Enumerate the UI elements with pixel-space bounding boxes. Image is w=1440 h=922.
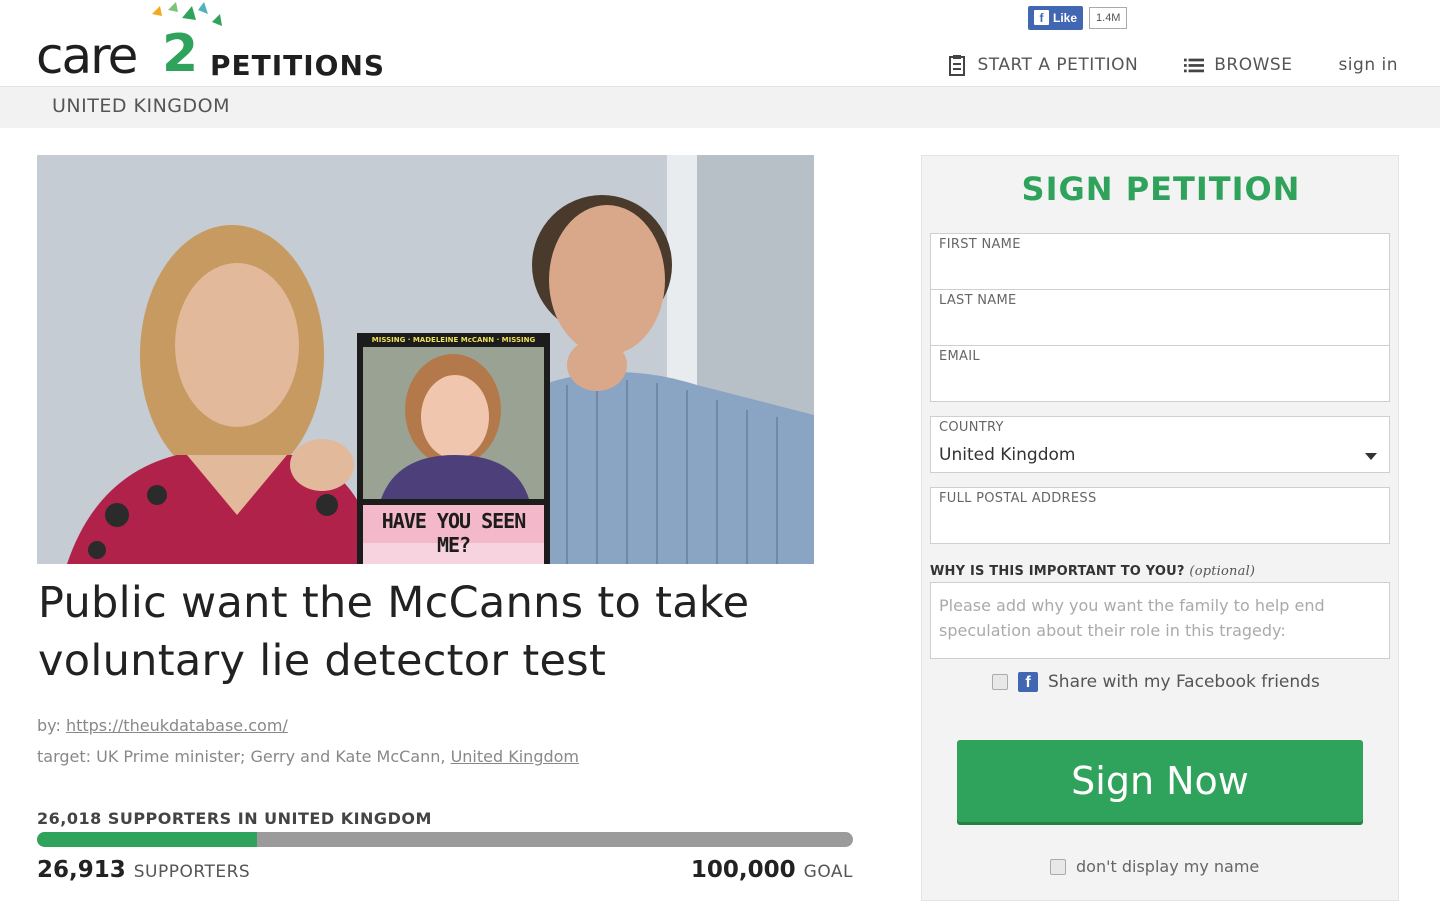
petition-photo: MISSING · MADELEINE McCANN · MISSING HAV… — [37, 155, 814, 564]
supporters-count: 26,913 — [37, 857, 126, 883]
region-bar: UNITED KINGDOM — [0, 86, 1440, 128]
country-value: United Kingdom — [939, 445, 1076, 465]
petition-target: target: UK Prime minister; Gerry and Kat… — [37, 747, 579, 766]
postal-address-label: FULL POSTAL ADDRESS — [939, 491, 1097, 506]
country-label: COUNTRY — [939, 420, 1004, 435]
email-field[interactable]: EMAIL — [930, 345, 1390, 402]
first-name-label: FIRST NAME — [939, 237, 1021, 252]
sign-now-button[interactable]: Sign Now — [957, 740, 1363, 822]
browse-label: BROWSE — [1214, 55, 1293, 75]
author-link[interactable]: https://theukdatabase.com/ — [66, 716, 288, 735]
poster-banner-text: MISSING · MADELEINE McCANN · MISSING — [371, 336, 536, 344]
why-optional-text: (optional) — [1189, 564, 1256, 579]
facebook-like-label: Like — [1053, 10, 1078, 25]
author-label: by: — [37, 716, 61, 735]
email-input[interactable] — [939, 368, 1369, 396]
why-important-label: WHY IS THIS IMPORTANT TO YOU? (optional) — [930, 564, 1255, 579]
sign-petition-heading: SIGN PETITION — [1021, 170, 1301, 208]
logo-petitions-text: PETITIONS — [210, 49, 386, 82]
browse-link[interactable]: BROWSE — [1184, 54, 1292, 76]
chevron-down-icon — [1365, 453, 1377, 460]
region-label: UNITED KINGDOM — [52, 95, 230, 117]
start-petition-label: START A PETITION — [977, 55, 1139, 75]
first-name-input[interactable] — [939, 256, 1369, 284]
top-navigation: START A PETITION BROWSE sign in — [947, 54, 1398, 76]
first-name-field[interactable]: FIRST NAME — [930, 233, 1390, 290]
target-text: UK Prime minister; Gerry and Kate McCann… — [96, 747, 446, 766]
logo-2-text: 2 — [162, 24, 199, 84]
postal-address-field[interactable]: FULL POSTAL ADDRESS — [930, 487, 1390, 544]
hide-name-option: don't display my name — [1050, 857, 1259, 876]
goal-total: 100,000 GOAL — [691, 857, 853, 883]
petition-author: by: https://theukdatabase.com/ — [37, 716, 288, 735]
facebook-like-button[interactable]: f Like — [1028, 5, 1084, 30]
postal-address-input[interactable] — [939, 510, 1369, 538]
target-country-link[interactable]: United Kingdom — [451, 747, 579, 766]
start-petition-link[interactable]: START A PETITION — [947, 54, 1138, 76]
why-important-placeholder: Please add why you want the family to he… — [939, 596, 1325, 640]
logo-care-text: care — [36, 27, 138, 85]
signature-progress-bar — [37, 832, 853, 847]
facebook-like-count: 1.4M — [1089, 6, 1128, 29]
goal-label: GOAL — [803, 862, 853, 882]
country-select[interactable]: COUNTRY United Kingdom — [930, 416, 1390, 473]
facebook-like-widget: f Like 1.4M — [1028, 5, 1128, 30]
petition-title: Public want the McCanns to take voluntar… — [38, 578, 750, 686]
hide-name-checkbox[interactable] — [1050, 858, 1066, 875]
sign-in-link[interactable]: sign in — [1338, 55, 1398, 75]
regional-supporters: 26,018 SUPPORTERS IN UNITED KINGDOM — [37, 809, 432, 828]
supporters-label: SUPPORTERS — [133, 862, 251, 882]
hide-name-label: don't display my name — [1076, 857, 1260, 876]
why-important-text: WHY IS THIS IMPORTANT TO YOU? — [930, 564, 1185, 579]
goal-count: 100,000 — [690, 857, 796, 883]
target-label: target: — [37, 747, 92, 766]
sign-in-label: sign in — [1338, 55, 1398, 75]
progress-fill — [37, 832, 257, 847]
last-name-input[interactable] — [939, 312, 1369, 340]
last-name-field[interactable]: LAST NAME — [930, 289, 1390, 346]
last-name-label: LAST NAME — [939, 293, 1017, 308]
share-facebook-option: f Share with my Facebook friends — [992, 672, 1320, 692]
facebook-icon: f — [1018, 672, 1038, 692]
supporters-total: 26,913 SUPPORTERS — [37, 857, 250, 883]
clipboard-icon — [949, 55, 966, 76]
share-facebook-checkbox[interactable] — [992, 674, 1008, 690]
photo-illustration — [37, 155, 814, 564]
sign-petition-panel: SIGN PETITION FIRST NAME LAST NAME EMAIL… — [921, 155, 1399, 901]
email-label: EMAIL — [939, 349, 980, 364]
list-icon — [1184, 58, 1205, 73]
poster-caption-text: HAVE YOU SEEN ME? — [381, 509, 527, 557]
site-header: care 2 PETITIONS f Like 1.4M START A PET… — [0, 0, 1440, 86]
facebook-icon: f — [1034, 10, 1049, 25]
share-facebook-label: Share with my Facebook friends — [1048, 672, 1320, 692]
why-important-textarea[interactable]: Please add why you want the family to he… — [930, 582, 1390, 659]
